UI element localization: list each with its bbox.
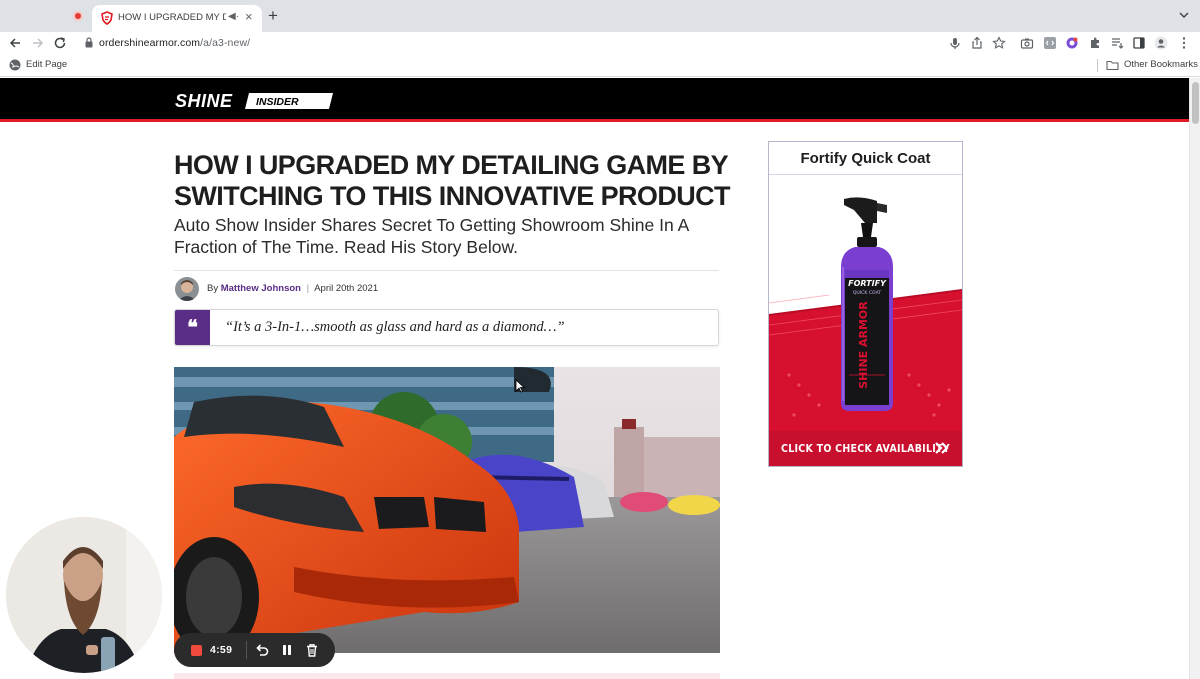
webcam-bubble[interactable] — [6, 517, 162, 673]
menu-dots-icon[interactable] — [1176, 35, 1192, 51]
stop-recording-button[interactable] — [191, 645, 202, 656]
tab-strip: HOW I UPGRADED MY DETAILING GAME BY SWIT… — [0, 0, 1200, 32]
byline: By Matthew Johnson | April 20th 2021 — [207, 283, 379, 294]
mouse-cursor-icon — [515, 379, 525, 393]
publish-date: April 20th 2021 — [314, 283, 379, 294]
svg-text:SHINE ARMOR: SHINE ARMOR — [857, 301, 870, 389]
byline-divider — [174, 270, 719, 271]
profile-avatar-icon[interactable] — [1153, 35, 1169, 51]
new-tab-icon[interactable]: + — [268, 6, 278, 26]
other-bookmarks[interactable]: Other Bookmarks — [1124, 59, 1198, 70]
product-ad[interactable]: Fortify Quick Coat FORTIFY QUICK COAT SH — [768, 141, 963, 467]
recorder-divider — [246, 641, 247, 659]
pull-quote: ❝ “It’s a 3-In-1…smooth as glass and har… — [174, 309, 719, 346]
recording-tab-icon[interactable] — [72, 10, 84, 22]
product-bottle-image[interactable]: FORTIFY QUICK COAT SHINE ARMOR — [769, 175, 962, 431]
author-link[interactable]: Matthew Johnson — [221, 283, 301, 294]
url-text[interactable]: ordershinearmor.com/a/a3-new/ — [99, 37, 250, 49]
bookmarks-bar: Edit Page Other Bookmarks — [0, 54, 1200, 77]
tab-title: HOW I UPGRADED MY DETAILING GAME BY SWIT… — [118, 12, 226, 23]
chevron-down-icon[interactable] — [1178, 9, 1190, 21]
svg-text:QUICK COAT: QUICK COAT — [853, 290, 882, 296]
pause-icon[interactable] — [279, 642, 295, 658]
reload-icon[interactable] — [52, 35, 68, 51]
recording-controls: 4:59 — [174, 633, 335, 667]
page-scrollbar[interactable] — [1189, 78, 1200, 679]
extension-gear-icon[interactable] — [1064, 35, 1080, 51]
hero-car-image — [174, 367, 720, 653]
address-bar[interactable]: ordershinearmor.com/a/a3-new/ — [76, 33, 1010, 53]
bookmark-edit-page[interactable]: Edit Page — [26, 59, 67, 70]
close-tab-icon[interactable]: × — [245, 9, 253, 24]
folder-icon — [1106, 60, 1119, 71]
byline-separator: | — [306, 283, 310, 294]
microphone-icon[interactable] — [947, 35, 963, 51]
star-bookmark-icon[interactable] — [991, 35, 1007, 51]
shine-insider-logo[interactable]: SHINE INSIDER — [175, 91, 335, 111]
article-headline: HOW I UPGRADED MY DETAILING GAME BY SWIT… — [174, 150, 731, 211]
site-header: SHINE INSIDER — [0, 78, 1189, 122]
svg-text:INSIDER: INSIDER — [256, 96, 299, 108]
pull-quote-text: “It’s a 3-In-1…smooth as glass and hard … — [225, 319, 565, 335]
scrollbar-thumb[interactable] — [1192, 82, 1199, 124]
globe-icon — [9, 59, 21, 71]
camera-icon[interactable] — [1019, 35, 1035, 51]
forward-arrow-icon[interactable] — [30, 35, 46, 51]
undo-icon[interactable] — [254, 642, 270, 658]
page-viewport: SHINE INSIDER HOW I UPGRADED MY DETAILIN… — [0, 78, 1200, 679]
back-arrow-icon[interactable] — [7, 35, 23, 51]
bookmarks-divider — [1097, 59, 1098, 72]
trash-icon[interactable] — [304, 642, 320, 658]
svg-text:FORTIFY: FORTIFY — [848, 279, 887, 288]
toolbar: ordershinearmor.com/a/a3-new/ — [0, 32, 1200, 54]
double-chevron-right-icon — [935, 442, 949, 454]
shield-favicon-icon — [101, 11, 113, 25]
cta-label: CLICK TO CHECK AVAILABILITY — [781, 442, 950, 455]
reading-list-icon[interactable] — [1109, 35, 1125, 51]
extension-code-icon[interactable] — [1042, 35, 1058, 51]
author-avatar — [175, 277, 199, 301]
share-icon[interactable] — [969, 35, 985, 51]
content-strip — [174, 673, 720, 679]
check-availability-button[interactable]: CLICK TO CHECK AVAILABILITY — [769, 431, 962, 466]
quote-mark-icon: ❝ — [175, 310, 210, 345]
speaker-icon[interactable]: ◀︎· — [228, 11, 239, 22]
svg-text:SHINE: SHINE — [175, 91, 233, 111]
article-subhead: Auto Show Insider Shares Secret To Getti… — [174, 215, 689, 257]
side-panel-icon[interactable] — [1131, 35, 1147, 51]
ad-title: Fortify Quick Coat — [800, 150, 931, 167]
lock-icon[interactable] — [85, 37, 93, 48]
recording-timer: 4:59 — [210, 644, 233, 656]
tab-active[interactable]: HOW I UPGRADED MY DETAILING GAME BY SWIT… — [92, 5, 262, 32]
puzzle-extensions-icon[interactable] — [1087, 35, 1103, 51]
